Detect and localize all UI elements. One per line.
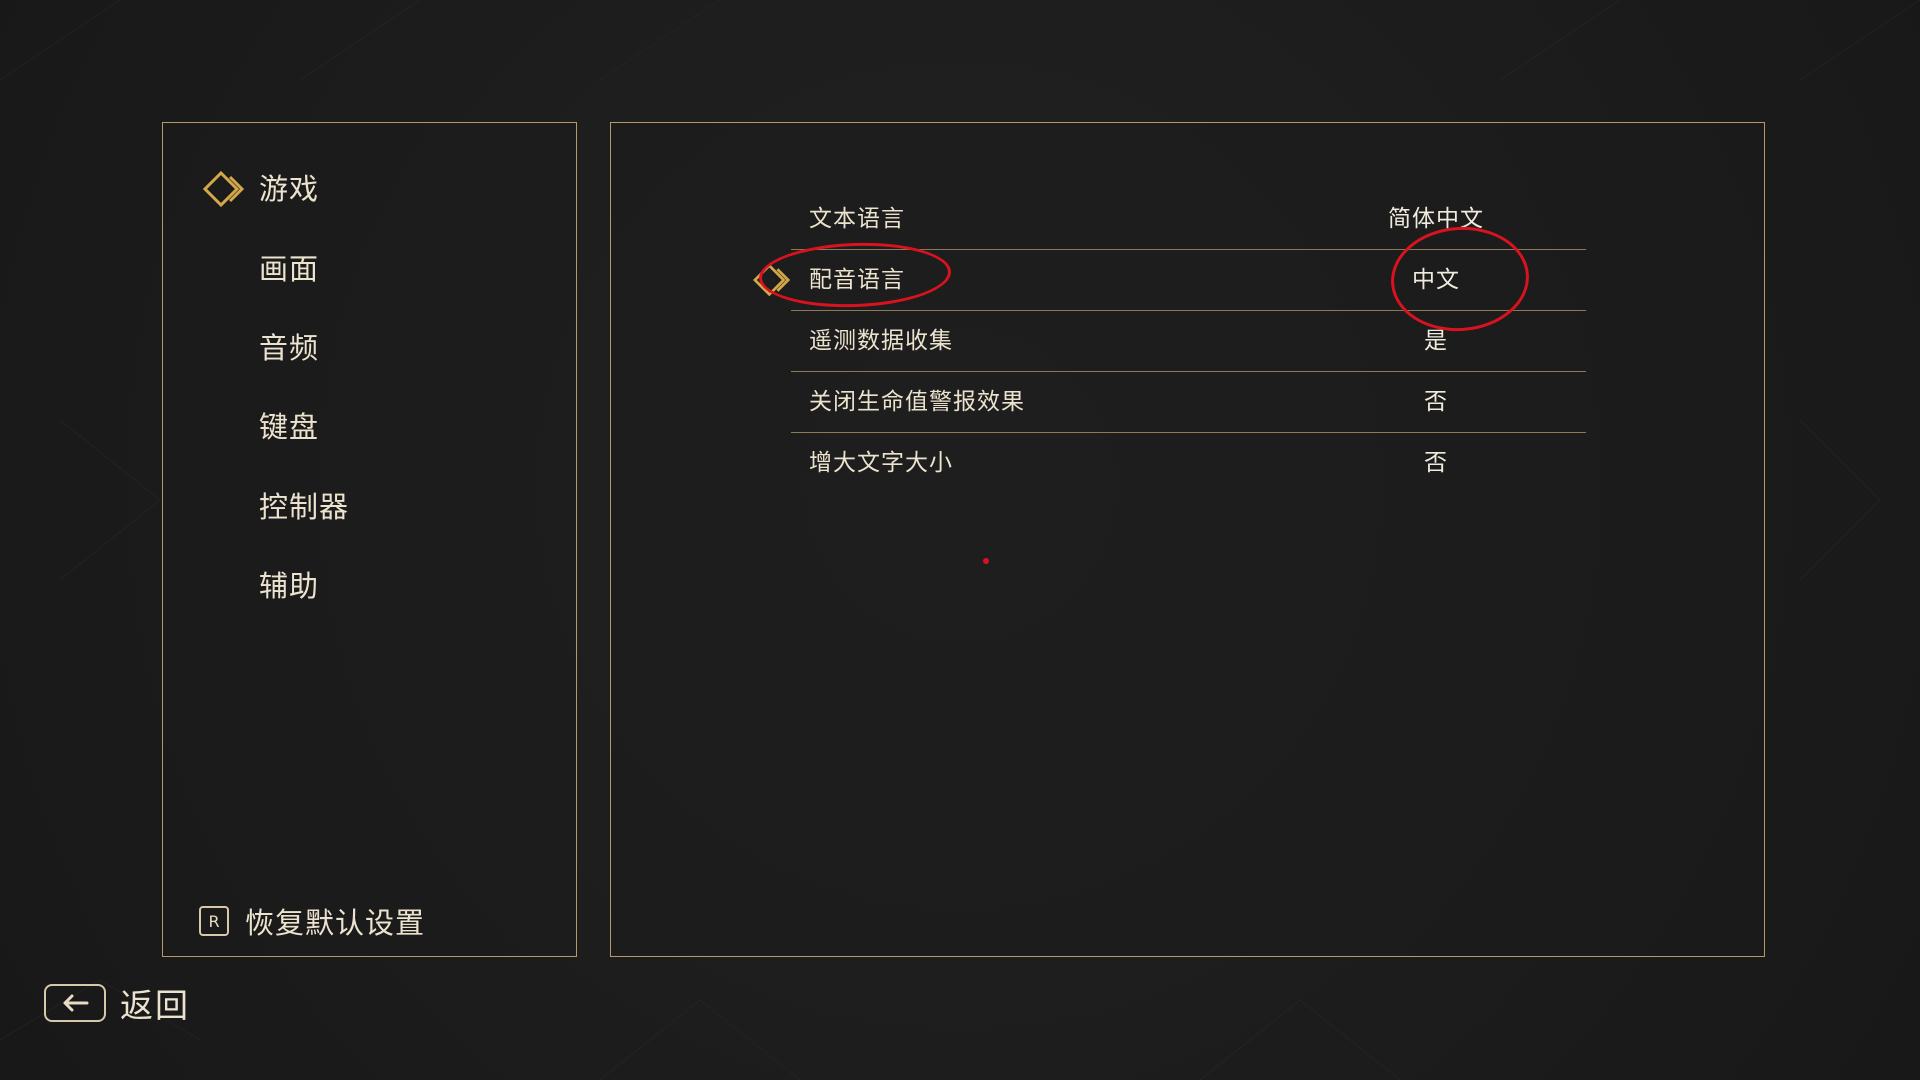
reset-defaults-button[interactable]: R 恢复默认设置	[199, 901, 425, 941]
sidebar-item-keyboard[interactable]: 键盘	[259, 407, 319, 447]
diamond-selector-icon	[202, 170, 245, 208]
setting-row-health-alert[interactable]: 关闭生命值警报效果 否	[791, 372, 1586, 433]
keyboard-r-key-icon: R	[199, 906, 229, 936]
setting-value: 否	[1424, 450, 1448, 476]
sidebar-item-controller[interactable]: 控制器	[259, 487, 349, 527]
sidebar-item-audio[interactable]: 音频	[259, 328, 319, 368]
back-label: 返回	[120, 986, 190, 1025]
settings-panel: 文本语言 简体中文 配音语言 中文 遥测数据收集 是 关闭生命值警报效果 否 增…	[610, 122, 1765, 957]
sidebar-item-game[interactable]: 游戏	[259, 169, 319, 209]
setting-label: 遥测数据收集	[809, 328, 953, 354]
annotation-dot	[983, 558, 989, 564]
setting-label: 关闭生命值警报效果	[809, 389, 1025, 415]
setting-label: 文本语言	[809, 206, 905, 232]
reset-defaults-label: 恢复默认设置	[245, 906, 426, 940]
sidebar-item-display[interactable]: 画面	[259, 249, 319, 289]
setting-row-text-size[interactable]: 增大文字大小 否	[791, 433, 1586, 493]
setting-value: 否	[1424, 389, 1448, 415]
arrow-left-icon	[44, 984, 106, 1022]
sidebar-item-accessibility[interactable]: 辅助	[259, 566, 319, 606]
setting-label: 增大文字大小	[809, 450, 953, 476]
back-button[interactable]: 返回	[44, 981, 190, 1025]
category-panel: 游戏 画面 音频 键盘 控制器 辅助 R 恢复默认设置	[162, 122, 577, 957]
